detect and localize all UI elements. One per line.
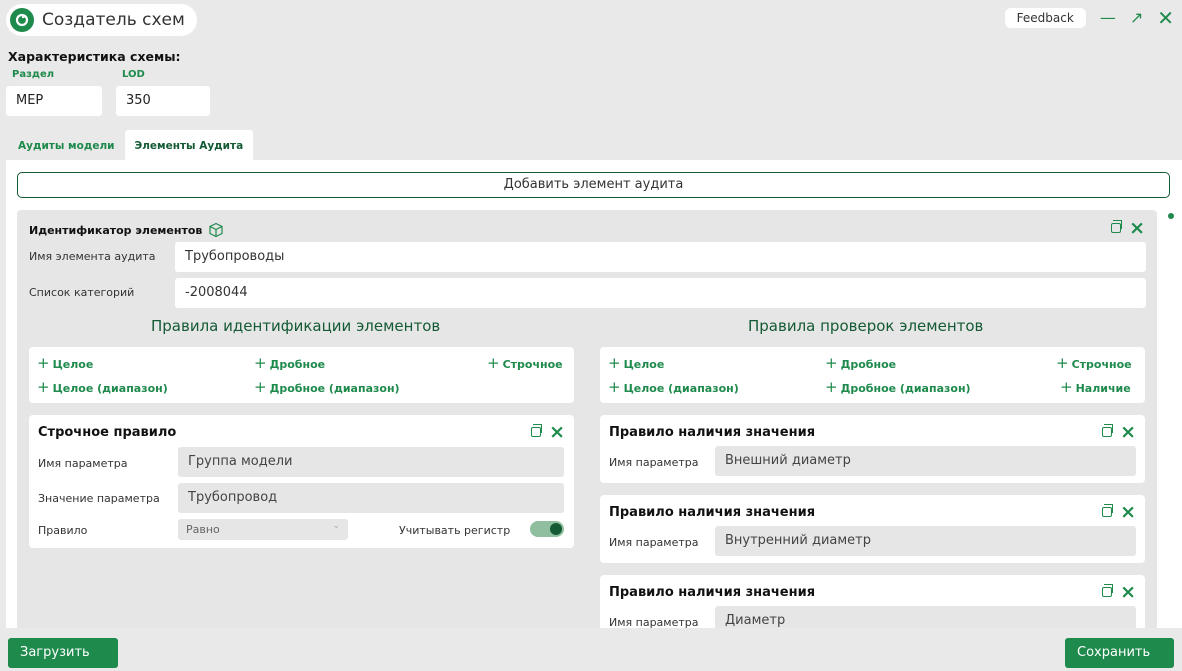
add-fraction-range-check[interactable]: + Дробное (диапазон) [825, 378, 971, 396]
close-icon[interactable]: ✕ [1157, 8, 1174, 28]
identification-rules-title: Правила идентификации элементов [151, 317, 441, 335]
tab-model-audits[interactable]: Аудиты модели [8, 130, 125, 160]
presence-rule-title: Правило наличия значения [609, 505, 816, 520]
param-name-input[interactable]: Внешний диаметр [715, 446, 1136, 476]
param-name-label: Имя параметра [609, 536, 699, 549]
add-presence-check[interactable]: + Наличие [1060, 378, 1131, 396]
identification-add-rules: + Целое + Дробное + Строчное + Целое (диапаз… [29, 347, 574, 403]
card-title: Идентификатор элементов [29, 222, 224, 238]
rule-actions: × [1102, 503, 1136, 522]
app-logo-icon [10, 8, 34, 32]
add-fraction-check[interactable]: + Дробное [825, 354, 896, 372]
app-title-bar: Создатель схем [6, 4, 197, 36]
rule-label: Правило [38, 524, 88, 537]
check-add-rules: + Целое + Дробное + Строчное + Целое (диапаз… [600, 347, 1145, 403]
param-name-label: Имя параметра [38, 457, 128, 470]
close-icon[interactable]: × [1129, 219, 1145, 238]
rule-actions: × [1102, 583, 1136, 602]
close-icon[interactable]: × [1120, 583, 1136, 602]
add-fraction-rule[interactable]: + Дробное [254, 354, 325, 372]
close-icon[interactable]: × [1120, 423, 1136, 442]
param-name-label: Имя параметра [609, 616, 699, 628]
param-name-input[interactable]: Внутренний диаметр [715, 526, 1136, 556]
add-string-rule[interactable]: + Строчное [487, 354, 563, 372]
close-icon[interactable]: × [1120, 503, 1136, 522]
add-integer-range-rule[interactable]: + Целое (диапазон) [37, 378, 168, 396]
element-name-input[interactable]: Трубопроводы [175, 242, 1146, 272]
load-button[interactable]: Загрузить [8, 638, 118, 668]
presence-rule-title: Правило наличия значения [609, 425, 816, 440]
cube-icon [209, 222, 223, 238]
audit-elements-panel: Добавить элемент аудита Идентификатор эл… [6, 160, 1182, 628]
close-icon[interactable]: × [549, 423, 565, 442]
section-input[interactable]: MEP [6, 86, 102, 116]
minimize-icon[interactable]: — [1100, 10, 1116, 26]
param-name-input[interactable]: Диаметр [715, 606, 1136, 628]
presence-rule-card: Правило наличия значения × Имя параметра… [600, 415, 1145, 483]
add-integer-range-check[interactable]: + Целое (диапазон) [608, 378, 739, 396]
copy-icon[interactable] [1102, 504, 1114, 517]
case-sensitive-label: Учитывать регистр [399, 524, 511, 537]
card-actions: × [1111, 219, 1145, 238]
characteristics-title: Характеристика схемы: [8, 49, 181, 64]
rule-actions: × [1102, 423, 1136, 442]
scroll-indicator[interactable] [1168, 213, 1174, 219]
tab-bar: Аудиты модели Элементы Аудита [8, 130, 254, 160]
param-value-input[interactable]: Трубопровод [178, 483, 564, 513]
copy-icon[interactable] [1102, 584, 1114, 597]
rule-select[interactable]: Равно ⌄ [178, 519, 348, 540]
categories-label: Список категорий [29, 286, 135, 299]
feedback-button[interactable]: Feedback [1004, 8, 1086, 28]
param-name-label: Имя параметра [609, 456, 699, 469]
element-name-label: Имя элемента аудита [29, 250, 156, 263]
add-fraction-range-rule[interactable]: + Дробное (диапазон) [254, 378, 400, 396]
case-sensitive-toggle[interactable] [530, 521, 564, 537]
add-audit-element-button[interactable]: Добавить элемент аудита [17, 172, 1170, 198]
section-label: Раздел [12, 69, 55, 80]
chevron-down-icon: ⌄ [332, 521, 340, 531]
copy-icon[interactable] [1111, 220, 1123, 233]
presence-rule-card: Правило наличия значения × Имя параметра… [600, 575, 1145, 628]
rule-actions: × [531, 423, 565, 442]
param-value-label: Значение параметра [38, 492, 160, 505]
tab-audit-elements[interactable]: Элементы Аудита [124, 130, 254, 160]
save-button[interactable]: Сохранить [1065, 638, 1174, 668]
app-title: Создатель схем [42, 10, 185, 30]
card-title-text: Идентификатор элементов [29, 223, 203, 237]
categories-input[interactable]: -2008044 [175, 278, 1146, 308]
add-integer-rule[interactable]: + Целое [37, 354, 93, 372]
presence-rule-title: Правило наличия значения [609, 585, 816, 600]
presence-rule-card: Правило наличия значения × Имя параметра… [600, 495, 1145, 563]
string-rule-card: Строчное правило × Имя параметра Группа … [29, 415, 574, 548]
string-rule-title: Строчное правило [38, 425, 177, 440]
lod-input[interactable]: 350 [116, 86, 210, 116]
copy-icon[interactable] [531, 424, 543, 437]
audit-element-card: Идентификатор элементов × Имя элемента а… [17, 210, 1157, 628]
copy-icon[interactable] [1102, 424, 1114, 437]
param-name-input[interactable]: Группа модели [178, 447, 564, 477]
window-controls: Feedback — ↗ ✕ [1004, 8, 1174, 28]
maximize-icon[interactable]: ↗ [1130, 10, 1143, 26]
check-rules-title: Правила проверок элементов [748, 317, 984, 335]
add-string-check[interactable]: + Строчное [1056, 354, 1132, 372]
add-integer-check[interactable]: + Целое [608, 354, 664, 372]
lod-label: LOD [122, 69, 145, 80]
